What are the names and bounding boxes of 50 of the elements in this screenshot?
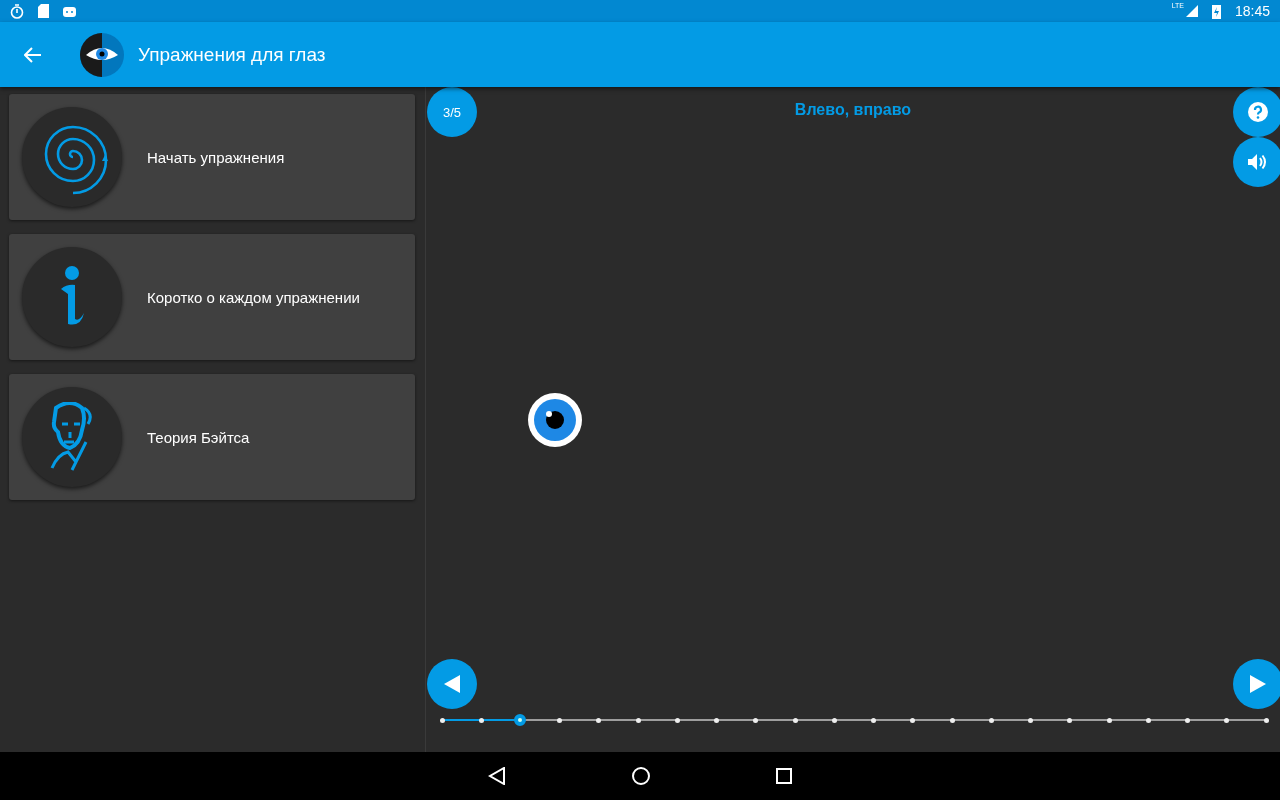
android-icon: [63, 5, 76, 17]
step-dot: [1224, 717, 1230, 723]
step-dot: [596, 717, 602, 723]
menu-label: Начать упражнения: [147, 148, 285, 166]
stopwatch-icon: [10, 3, 24, 19]
help-icon: [1248, 102, 1268, 122]
step-dot: [910, 717, 916, 723]
menu-card[interactable]: Коротко о каждом упражнении: [9, 234, 415, 360]
menu-label: Теория Бэйтса: [147, 428, 250, 446]
speaker-icon: [1248, 153, 1268, 171]
sd-card-icon: [38, 4, 49, 18]
menu-card[interactable]: Начать упражнения: [9, 94, 415, 220]
next-button[interactable]: [1233, 659, 1280, 709]
help-button[interactable]: [1233, 87, 1280, 137]
step-dot: [871, 717, 877, 723]
exercise-title: Влево, вправо: [794, 101, 912, 118]
step-dot: [439, 717, 445, 723]
back-arrow-icon[interactable]: [24, 46, 42, 63]
previous-button[interactable]: [427, 659, 477, 709]
step-dot: [753, 717, 759, 723]
step-dot: [714, 717, 720, 723]
app-title: Упражнения для глаз: [138, 43, 326, 66]
step-dot: [988, 717, 994, 723]
step-dot: [831, 717, 837, 723]
step-dot: [1106, 717, 1112, 723]
step-dot: [792, 717, 798, 723]
step-dot: [635, 717, 641, 723]
menu-label: Коротко о каждом упражнении: [147, 288, 360, 306]
step-dot: [1185, 717, 1190, 723]
step-dot: [1263, 717, 1269, 723]
battery-charging-icon: [1211, 3, 1221, 19]
clock-time: 18:45: [1234, 3, 1270, 19]
left-triangle-icon: [444, 675, 460, 693]
right-triangle-icon: [1250, 675, 1266, 693]
step-dot: [1145, 717, 1151, 723]
step-dot: [949, 717, 955, 723]
step-dot: [1028, 717, 1034, 723]
home-circle-icon[interactable]: [632, 767, 650, 785]
step-dot: [674, 717, 680, 723]
menu-card[interactable]: Теория Бэйтса: [9, 374, 415, 500]
sound-button[interactable]: [1233, 137, 1280, 187]
step-dot: [478, 717, 484, 723]
eye-target: [528, 393, 582, 447]
back-triangle-icon[interactable]: [488, 767, 506, 785]
signal-icon: [1185, 5, 1198, 17]
eye-logo-icon: [80, 32, 124, 77]
step-dot: [1067, 717, 1073, 723]
progress-thumb[interactable]: [514, 714, 527, 726]
step-dot: [557, 717, 563, 723]
recents-square-icon[interactable]: [776, 768, 792, 784]
